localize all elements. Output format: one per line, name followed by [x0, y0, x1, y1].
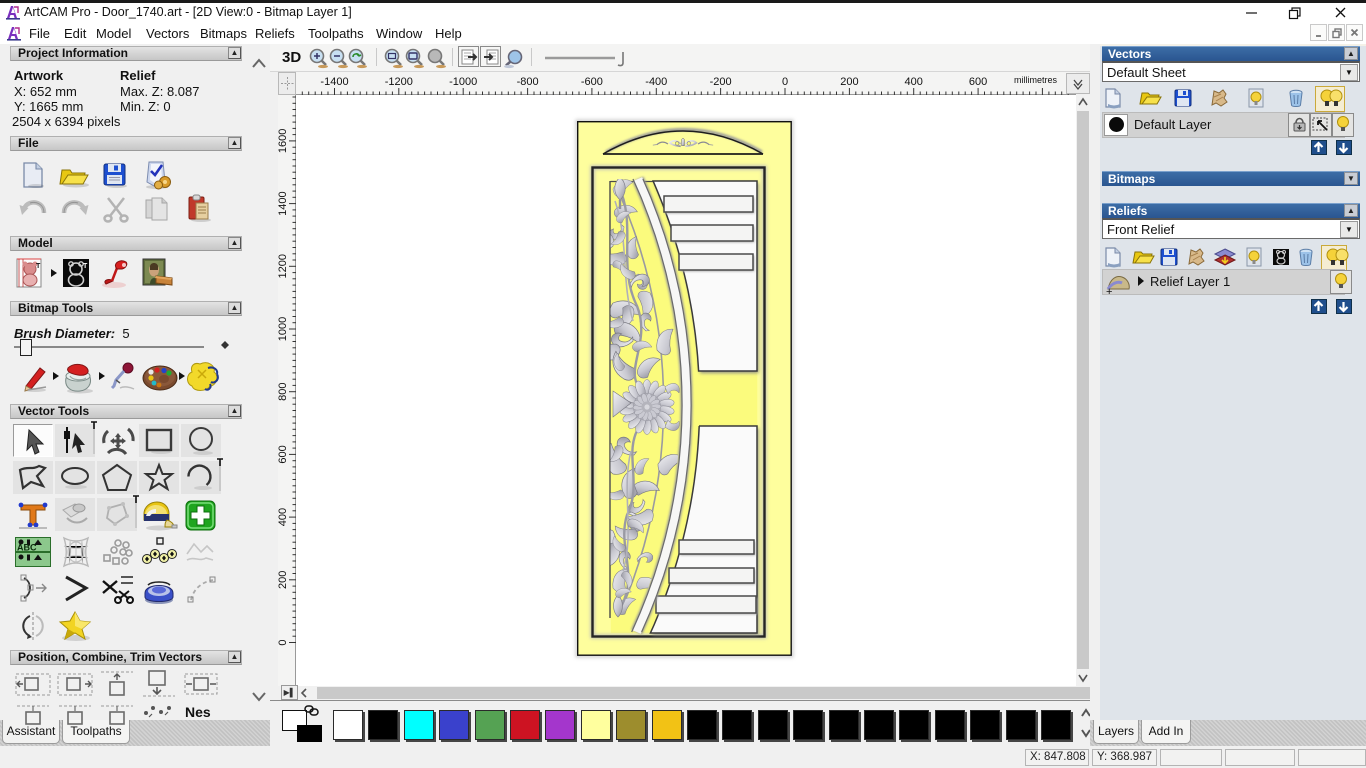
svg-text:200: 200 — [277, 571, 289, 589]
svg-text:1400: 1400 — [277, 191, 289, 215]
svg-text:-800: -800 — [517, 76, 539, 88]
svg-text:-1200: -1200 — [385, 76, 413, 88]
svg-text:0: 0 — [782, 76, 788, 88]
svg-text:-400: -400 — [645, 76, 667, 88]
svg-text:+: + — [1106, 286, 1112, 298]
svg-text:1000: 1000 — [277, 317, 289, 341]
svg-text:200: 200 — [840, 76, 858, 88]
svg-text:ABC: ABC — [17, 543, 37, 553]
svg-text:Nes: Nes — [185, 704, 211, 720]
svg-text:T: T — [36, 263, 41, 270]
svg-text:400: 400 — [277, 508, 289, 526]
svg-text:400: 400 — [905, 76, 923, 88]
svg-text:T: T — [83, 263, 88, 270]
svg-text:600: 600 — [969, 76, 987, 88]
svg-text:0: 0 — [277, 639, 289, 645]
svg-text:-1000: -1000 — [449, 76, 477, 88]
svg-text:-200: -200 — [710, 76, 732, 88]
svg-text:800: 800 — [277, 383, 289, 401]
svg-text:-600: -600 — [581, 76, 603, 88]
svg-text:1200: 1200 — [277, 254, 289, 278]
svg-text:600: 600 — [277, 445, 289, 463]
svg-text:-1400: -1400 — [320, 76, 348, 88]
svg-text:1600: 1600 — [277, 129, 289, 153]
